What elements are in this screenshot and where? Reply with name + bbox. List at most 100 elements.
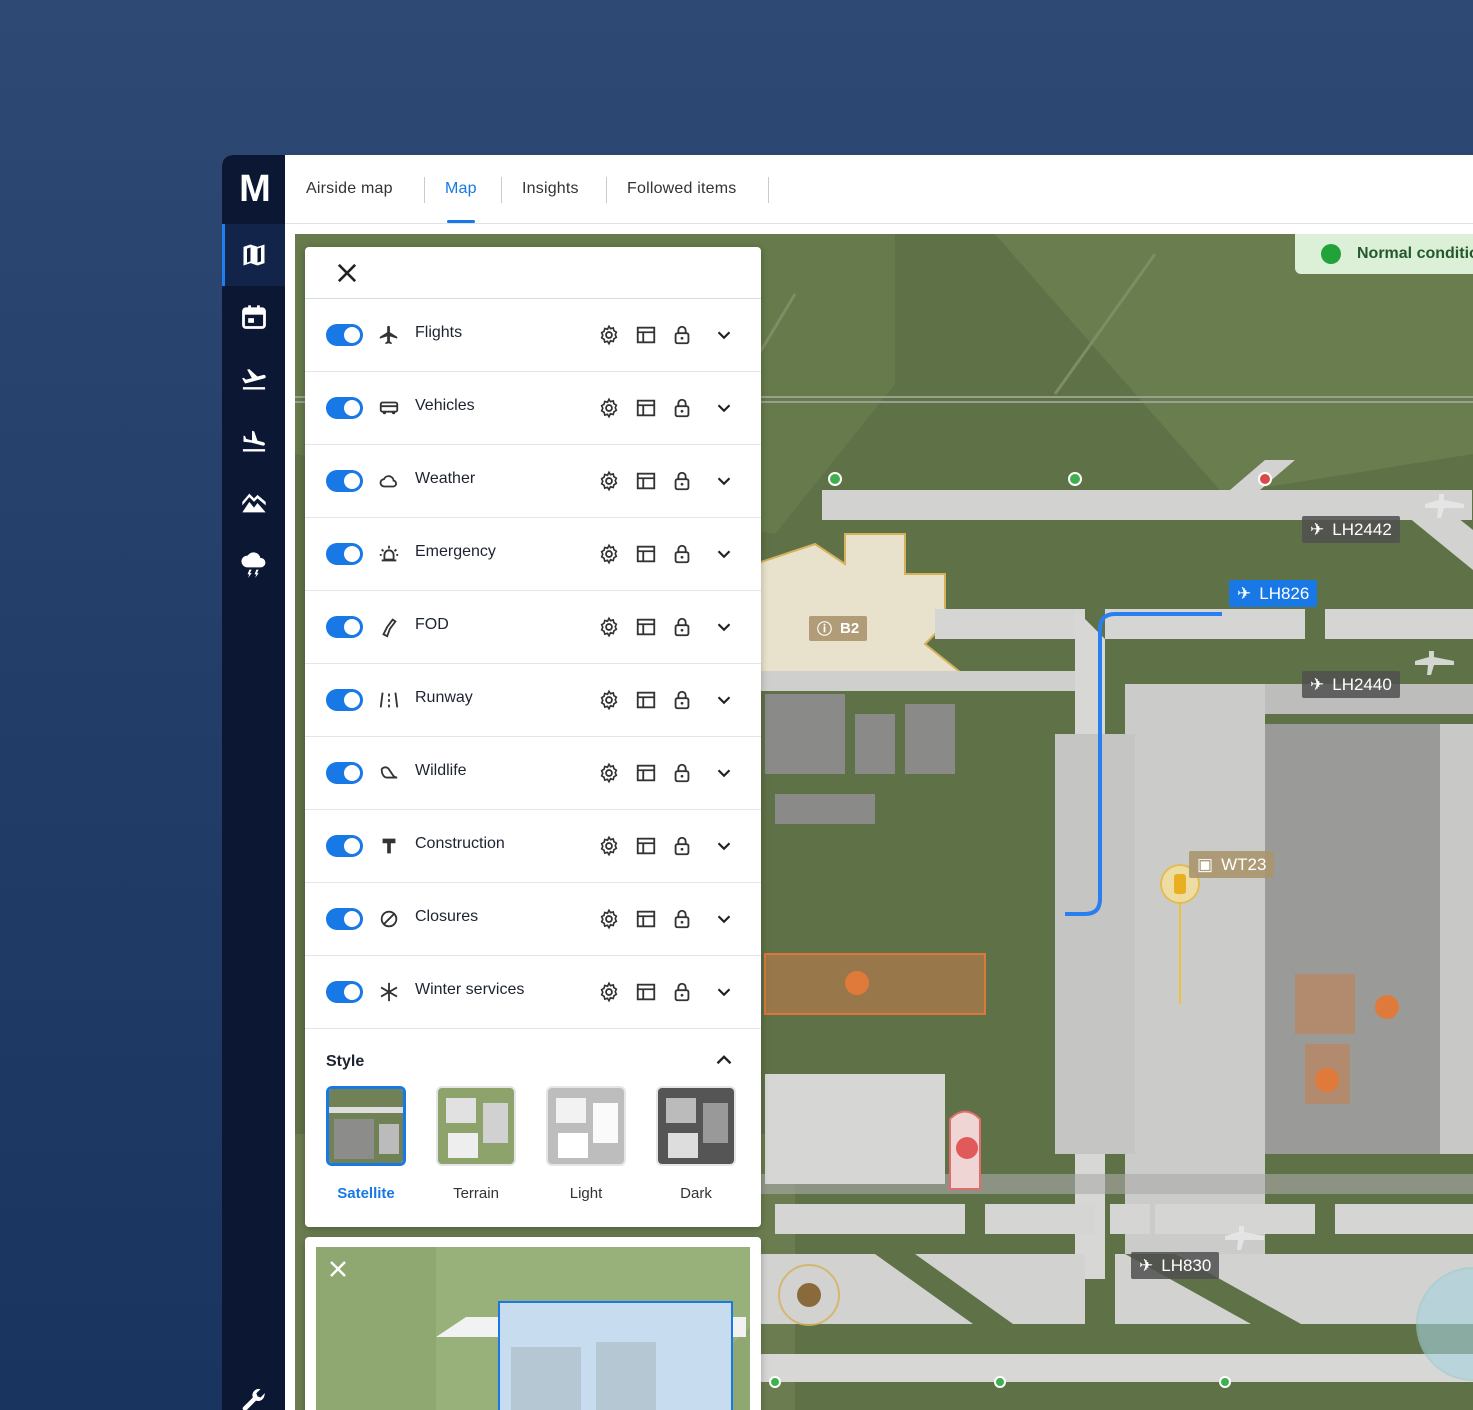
layer-expand-button[interactable]	[713, 908, 735, 930]
gear-icon	[600, 324, 618, 346]
flight-label-lh2442[interactable]: ✈ LH2442	[1302, 516, 1400, 543]
minimap[interactable]	[305, 1237, 761, 1410]
closure-icon	[377, 907, 401, 931]
sidebar: M	[222, 155, 285, 1410]
layer-settings-button[interactable]	[598, 835, 620, 857]
layer-settings-button[interactable]	[598, 689, 620, 711]
layer-expand-button[interactable]	[713, 543, 735, 565]
layer-table-button[interactable]	[635, 762, 657, 784]
layer-settings-button[interactable]	[598, 324, 620, 346]
layer-expand-button[interactable]	[713, 689, 735, 711]
tab-followed-items[interactable]: Followed items	[627, 155, 737, 223]
style-label-light[interactable]: Light	[544, 1185, 628, 1202]
vehicle-label-wt23[interactable]: ▣ WT23	[1189, 851, 1275, 878]
layer-lock-button[interactable]	[671, 324, 693, 346]
layer-lock-button[interactable]	[671, 543, 693, 565]
layer-toggle[interactable]	[326, 835, 363, 857]
chevron-up-icon[interactable]	[711, 1047, 737, 1073]
layer-toggle[interactable]	[326, 616, 363, 638]
style-label-terrain[interactable]: Terrain	[434, 1185, 518, 1202]
layer-settings-button[interactable]	[598, 762, 620, 784]
style-thumb-satellite[interactable]	[326, 1086, 406, 1166]
tab-map[interactable]: Map	[445, 155, 477, 223]
sidebar-item-calendar[interactable]	[222, 286, 285, 348]
layer-label: Runway	[415, 689, 473, 706]
layer-settings-button[interactable]	[598, 616, 620, 638]
layer-toggle[interactable]	[326, 543, 363, 565]
layer-expand-button[interactable]	[713, 616, 735, 638]
layer-toggle[interactable]	[326, 762, 363, 784]
layer-lock-button[interactable]	[671, 835, 693, 857]
layer-expand-button[interactable]	[713, 324, 735, 346]
cloud-icon	[377, 469, 401, 493]
layer-lock-button[interactable]	[671, 981, 693, 1003]
style-label-dark[interactable]: Dark	[654, 1185, 738, 1202]
layer-expand-button[interactable]	[713, 470, 735, 492]
layer-settings-button[interactable]	[598, 908, 620, 930]
airplane-icon: ✈	[1310, 519, 1325, 539]
layer-table-button[interactable]	[635, 981, 657, 1003]
layer-lock-button[interactable]	[671, 762, 693, 784]
style-thumb-dark[interactable]	[656, 1086, 736, 1166]
layer-table-button[interactable]	[635, 543, 657, 565]
tab-airside-map[interactable]: Airside map	[306, 155, 393, 223]
layer-label: Vehicles	[415, 397, 475, 414]
sidebar-item-departures[interactable]	[222, 348, 285, 410]
layer-lock-button[interactable]	[671, 616, 693, 638]
layer-table-button[interactable]	[635, 324, 657, 346]
layer-settings-button[interactable]	[598, 543, 620, 565]
layer-settings-button[interactable]	[598, 470, 620, 492]
layer-toggle[interactable]	[326, 689, 363, 711]
style-label-satellite[interactable]: Satellite	[324, 1185, 408, 1202]
layer-lock-button[interactable]	[671, 908, 693, 930]
tab-insights[interactable]: Insights	[522, 155, 579, 223]
airplane-icon: ✈	[1310, 674, 1325, 694]
sidebar-item-weather[interactable]	[222, 534, 285, 596]
layer-table-button[interactable]	[635, 835, 657, 857]
fod-icon	[377, 615, 401, 639]
layer-expand-button[interactable]	[713, 981, 735, 1003]
layer-toggle[interactable]	[326, 981, 363, 1003]
tab-divider	[424, 177, 425, 203]
layer-expand-button[interactable]	[713, 835, 735, 857]
sidebar-item-terrain[interactable]	[222, 472, 285, 534]
layer-lock-button[interactable]	[671, 470, 693, 492]
layer-expand-button[interactable]	[713, 397, 735, 419]
layer-settings-button[interactable]	[598, 981, 620, 1003]
layer-lock-button[interactable]	[671, 397, 693, 419]
layer-toggle[interactable]	[326, 470, 363, 492]
sidebar-item-tools[interactable]	[222, 1370, 285, 1410]
layer-lock-button[interactable]	[671, 689, 693, 711]
layer-table-button[interactable]	[635, 397, 657, 419]
style-thumb-terrain[interactable]	[436, 1086, 516, 1166]
layer-toggle[interactable]	[326, 324, 363, 346]
flight-label-lh830[interactable]: ✈ LH830	[1131, 1252, 1220, 1279]
terrain-icon	[241, 493, 266, 513]
lock-icon	[674, 909, 690, 929]
lock-icon	[674, 617, 690, 637]
layer-table-button[interactable]	[635, 616, 657, 638]
layer-table-button[interactable]	[635, 689, 657, 711]
layer-table-button[interactable]	[635, 470, 657, 492]
tab-divider	[606, 177, 607, 203]
style-thumb-light[interactable]	[546, 1086, 626, 1166]
sidebar-item-map[interactable]	[222, 224, 285, 286]
flight-label-lh2440[interactable]: ✈ LH2440	[1302, 671, 1400, 698]
gear-icon	[600, 470, 618, 492]
close-icon[interactable]	[333, 259, 361, 287]
layer-settings-button[interactable]	[598, 397, 620, 419]
calendar-icon	[241, 305, 266, 329]
layer-row-wildlife: Wildlife	[305, 737, 761, 810]
close-icon[interactable]	[326, 1257, 350, 1281]
flight-label-lh826[interactable]: ✈ LH826	[1229, 580, 1318, 607]
emergency-label-b2[interactable]: ⓘ B2	[809, 616, 868, 641]
layer-table-button[interactable]	[635, 908, 657, 930]
layer-toggle[interactable]	[326, 908, 363, 930]
chevron-down-icon	[717, 915, 731, 924]
layer-expand-button[interactable]	[713, 762, 735, 784]
minimap-canvas[interactable]	[316, 1247, 750, 1410]
layer-toggle[interactable]	[326, 397, 363, 419]
sidebar-item-arrivals[interactable]	[222, 410, 285, 472]
status-banner: Normal conditions	[1295, 234, 1473, 274]
gear-icon	[600, 835, 618, 857]
